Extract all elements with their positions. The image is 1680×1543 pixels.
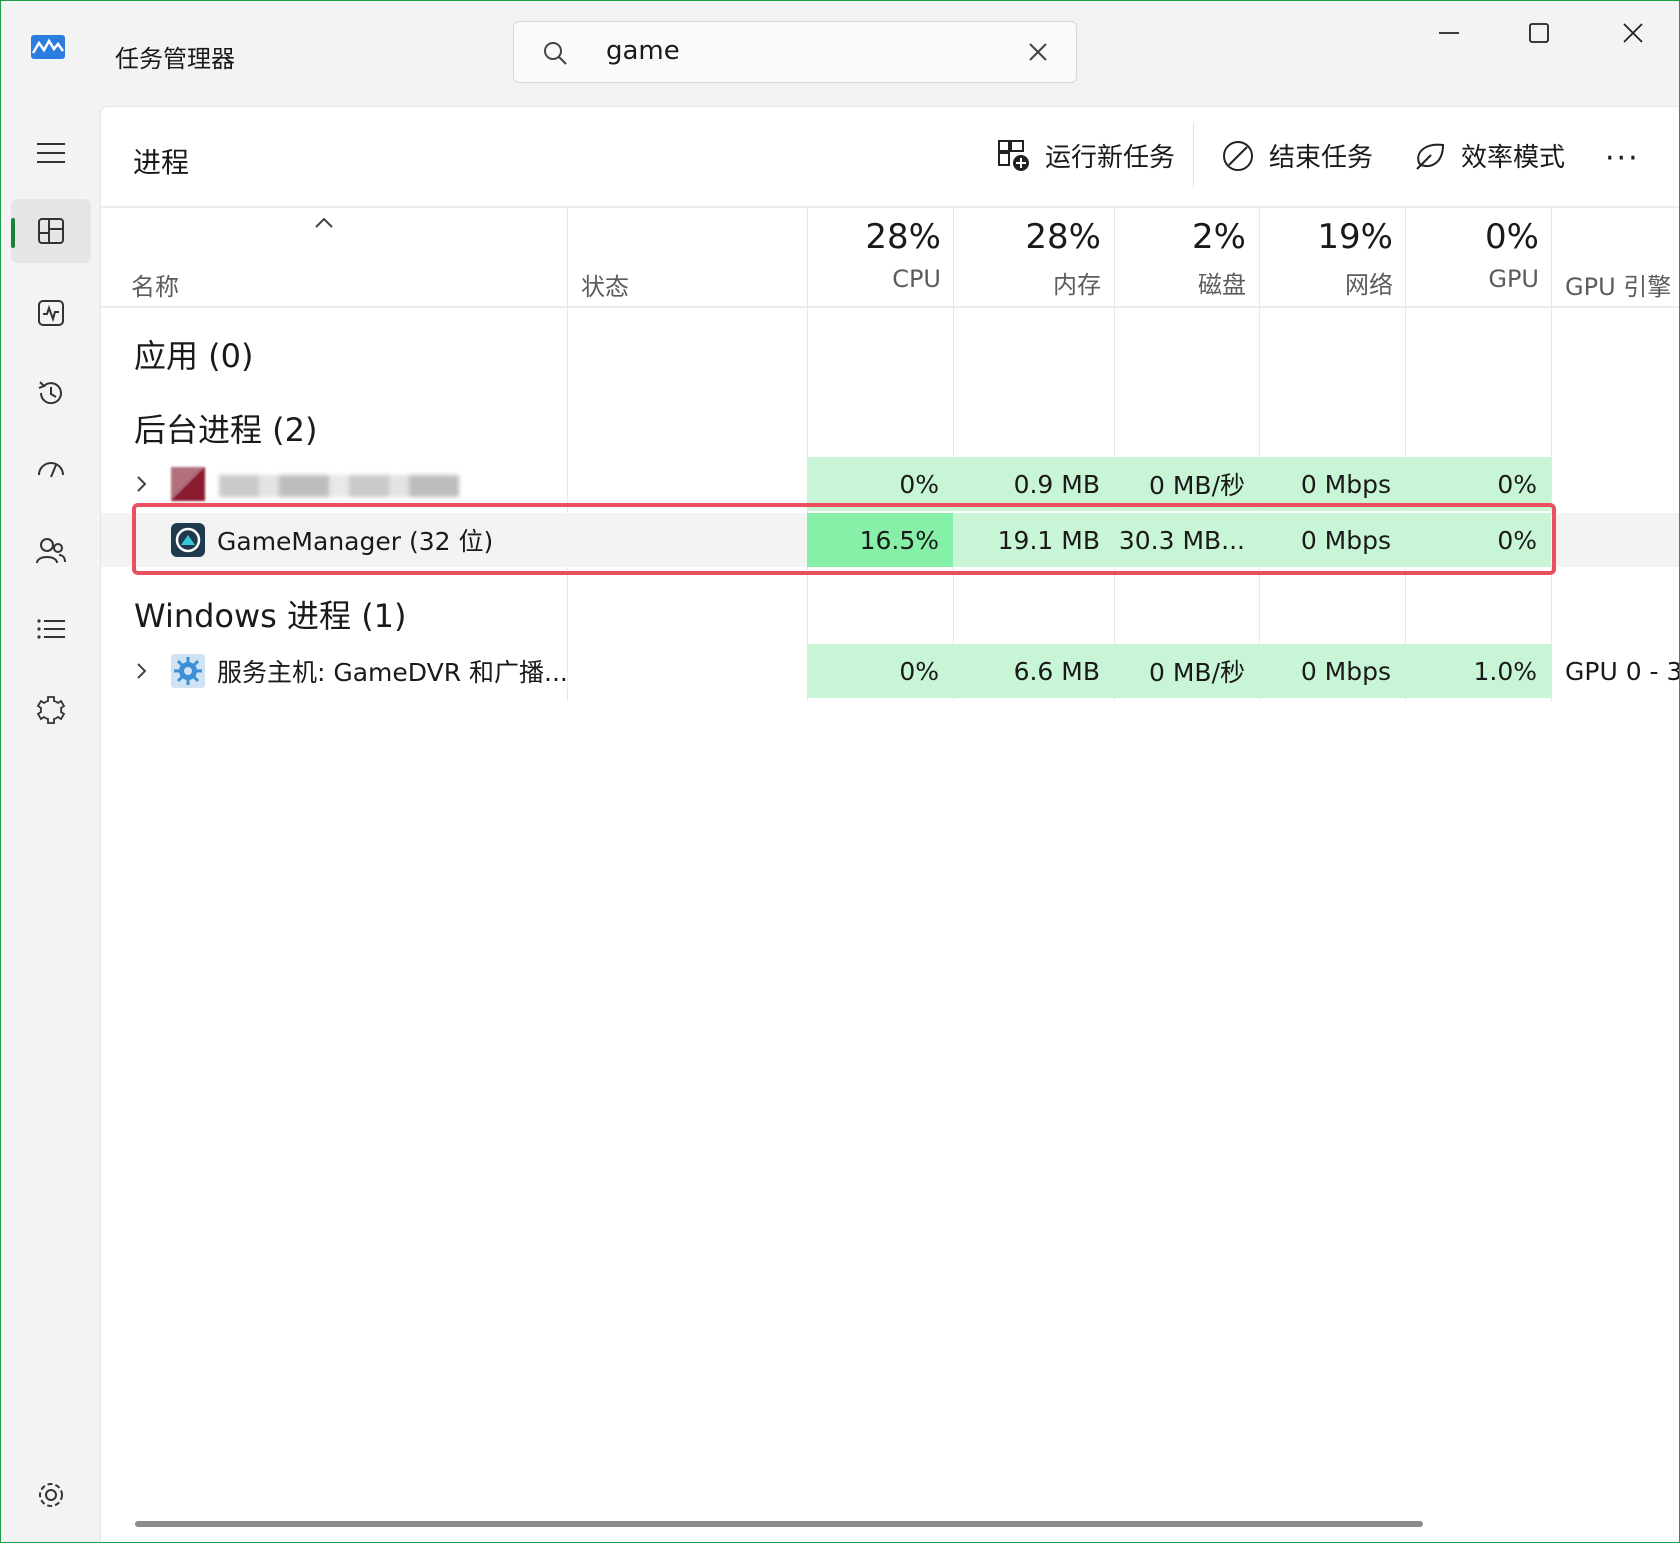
column-header-network[interactable]: 19% 网络 [1259,217,1393,300]
disk-total: 2% [1192,217,1246,257]
horizontal-scrollbar[interactable] [135,1521,1423,1527]
service-host-icon [171,654,205,688]
nav-details[interactable] [11,597,91,661]
run-new-task-button[interactable]: 运行新任务 [997,137,1175,174]
cpu-total: 28% [865,217,941,257]
app-logo-icon [31,35,65,59]
memory-total: 28% [1025,217,1101,257]
section-windows: Windows 进程 (1) [134,597,407,635]
nav-active-indicator [11,218,15,248]
content-panel [100,106,1679,1542]
gpu-engine-cell: GPU 0 - 3D [1565,656,1679,686]
toolbar-divider [1193,123,1194,187]
search-input[interactable]: game [606,36,680,66]
memory-cell: 6.6 MB [953,644,1114,698]
startup-icon [38,462,64,478]
gpu-label: GPU [1488,265,1539,293]
header-divider [101,206,1679,208]
minimize-button[interactable] [1409,11,1489,55]
details-icon [37,619,65,639]
process-name-redacted [219,475,459,497]
network-total: 19% [1317,217,1393,257]
end-task-button[interactable]: 结束任务 [1221,137,1373,174]
search-box[interactable]: game [513,21,1077,83]
efficiency-mode-label: 效率模式 [1461,143,1566,173]
process-icon [171,467,205,501]
minimize-icon [1439,32,1459,34]
column-divider [567,208,568,701]
cpu-cell: 0% [807,644,953,698]
memory-label: 内存 [1053,271,1101,299]
chevron-right-icon[interactable] [135,473,149,495]
services-icon [36,696,66,724]
performance-icon [38,300,64,326]
process-name: 服务主机: GameDVR 和广播... [217,658,568,687]
nav-users[interactable] [11,519,91,583]
search-icon [544,42,567,65]
nav-app-history[interactable] [11,361,91,425]
close-button[interactable] [1593,11,1673,55]
maximize-icon [1529,23,1549,43]
task-manager-window: 任务管理器 game 进程 运行新任务 结束任务 效率模式 ··· 名称 状态 … [0,0,1680,1543]
section-background: 后台进程 (2) [134,411,318,449]
more-options-button[interactable]: ··· [1605,141,1640,176]
column-header-name[interactable]: 名称 [131,267,179,302]
nav-processes[interactable] [11,199,91,263]
header-bottom-divider [101,306,1679,308]
network-cell: 0 Mbps [1259,644,1405,698]
close-icon [1623,23,1643,43]
end-task-icon [1223,140,1253,171]
network-label: 网络 [1345,271,1393,299]
run-task-icon [998,139,1029,171]
maximize-button[interactable] [1499,11,1579,55]
users-icon [36,538,66,564]
efficiency-icon [1416,143,1445,170]
nav-menu-button[interactable] [11,121,91,185]
column-header-gpu-engine[interactable]: GPU 引擎 [1565,267,1671,302]
column-header-memory[interactable]: 28% 内存 [953,217,1101,300]
column-header-gpu[interactable]: 0% GPU [1405,217,1539,293]
hamburger-icon [37,143,65,163]
section-apps: 应用 (0) [134,337,254,375]
highlight-box [132,503,1556,575]
process-row-service-host[interactable]: 服务主机: GameDVR 和广播... 0% 6.6 MB 0 MB/秒 0 … [101,644,1679,698]
sort-ascending-icon [315,217,333,228]
gpu-cell: 1.0% [1405,644,1551,698]
chevron-right-icon[interactable] [135,660,149,682]
column-header-disk[interactable]: 2% 磁盘 [1114,217,1246,300]
cpu-label: CPU [892,265,941,293]
page-title: 进程 [133,146,190,179]
nav-performance[interactable] [11,281,91,345]
column-header-cpu[interactable]: 28% CPU [807,217,941,293]
app-history-icon [38,381,62,405]
close-icon[interactable] [1026,40,1050,64]
end-task-label: 结束任务 [1269,143,1374,173]
run-new-task-label: 运行新任务 [1045,143,1176,173]
disk-cell: 0 MB/秒 [1114,644,1259,698]
settings-icon [39,1483,63,1507]
column-header-status[interactable]: 状态 [581,267,629,302]
nav-startup[interactable] [11,439,91,503]
gpu-total: 0% [1485,217,1539,257]
nav-settings[interactable] [11,1463,91,1527]
column-divider [1551,208,1552,701]
app-title: 任务管理器 [115,45,235,73]
efficiency-mode-button[interactable]: 效率模式 [1413,137,1565,174]
processes-icon [38,218,64,244]
disk-label: 磁盘 [1198,271,1246,299]
nav-services[interactable] [11,677,91,741]
